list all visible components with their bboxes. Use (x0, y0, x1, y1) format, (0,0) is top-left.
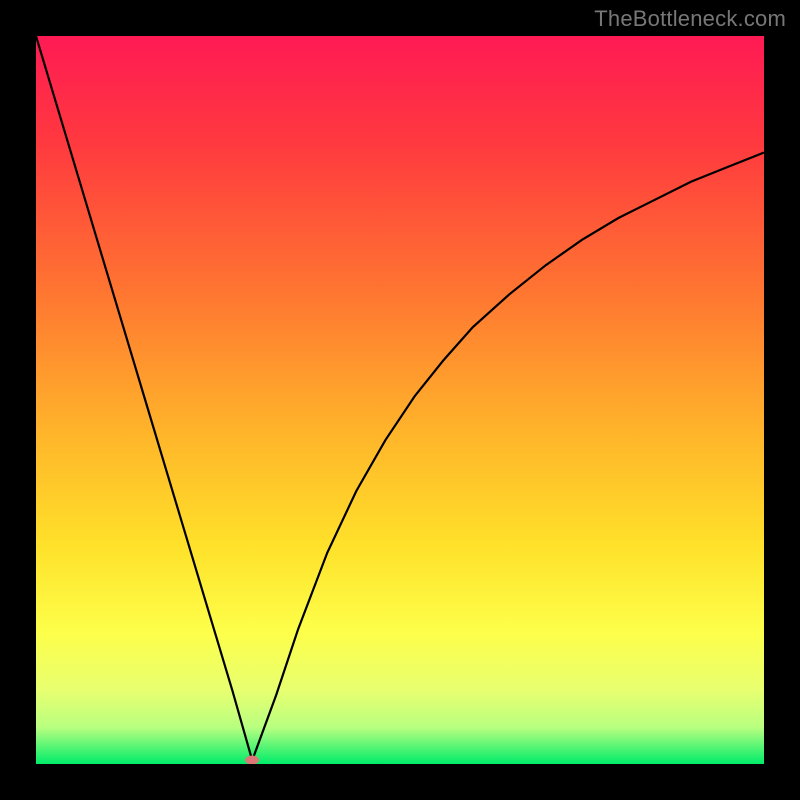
curve-layer (36, 36, 764, 764)
optimal-point-marker (245, 755, 259, 764)
plot-area (36, 36, 764, 764)
watermark-label: TheBottleneck.com (594, 6, 786, 32)
chart-frame: TheBottleneck.com (0, 0, 800, 800)
bottleneck-curve (36, 36, 764, 760)
